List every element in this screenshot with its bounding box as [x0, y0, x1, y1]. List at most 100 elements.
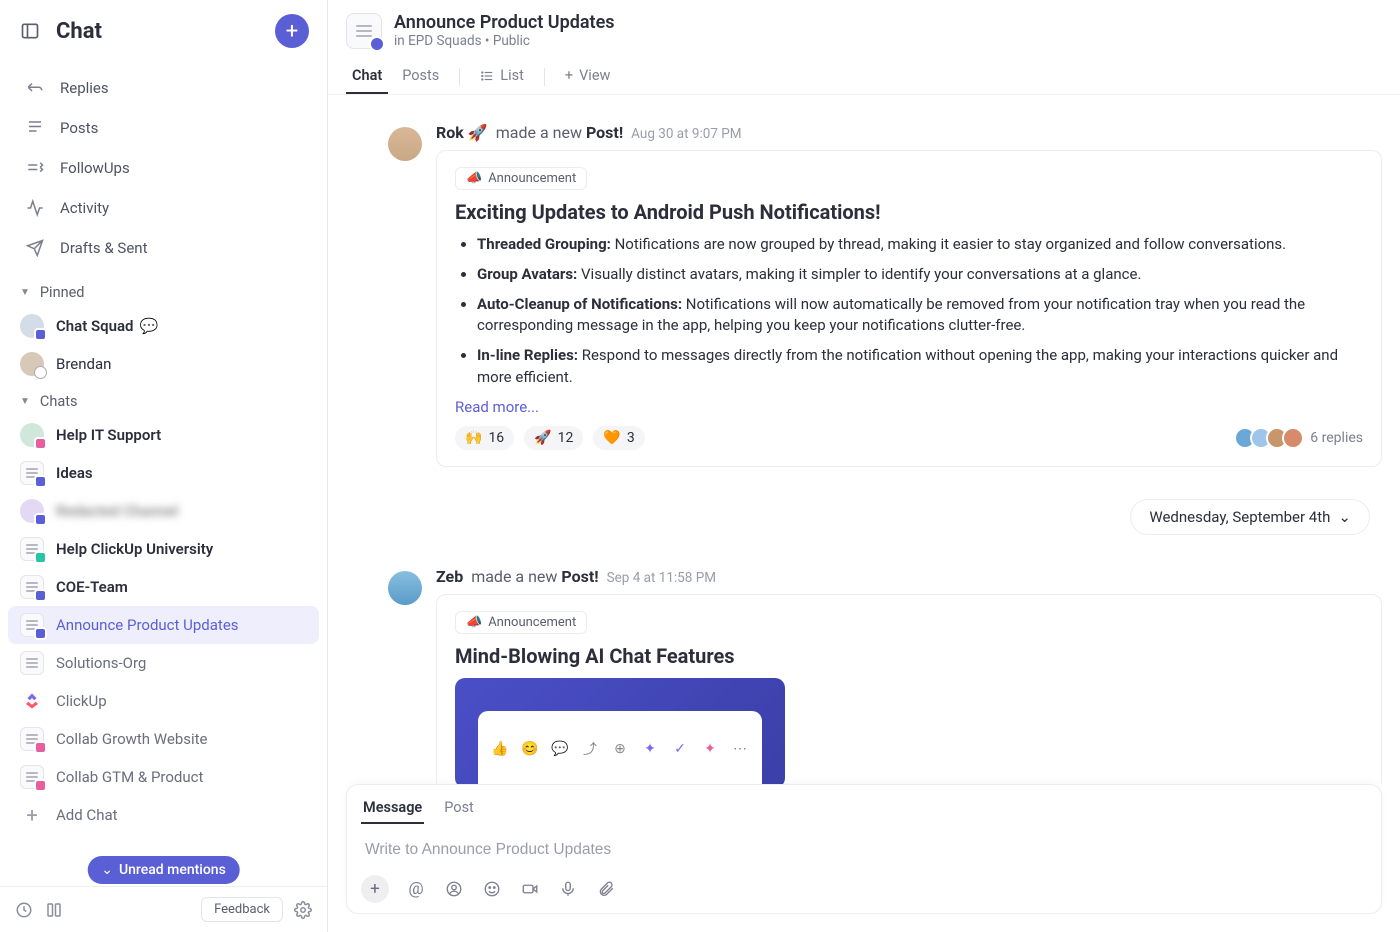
chat-announce-product-updates[interactable]: Announce Product Updates — [8, 606, 319, 644]
emoji-icon[interactable] — [481, 878, 503, 900]
chevron-down-icon: ⌄ — [1338, 508, 1351, 526]
chat-collab-gtm[interactable]: Collab GTM & Product — [8, 758, 319, 796]
new-chat-button[interactable]: + — [275, 14, 309, 48]
nav-posts[interactable]: Posts — [12, 108, 315, 148]
read-more-link[interactable]: Read more... — [455, 398, 539, 416]
post-author[interactable]: Rok 🚀 — [436, 123, 488, 142]
feedback-button[interactable]: Feedback — [201, 897, 283, 922]
tag-icon: ⊕ — [612, 741, 628, 757]
reaction-button[interactable]: 🙌16 — [455, 426, 514, 450]
caret-down-icon: ▼ — [20, 396, 30, 407]
avatar[interactable] — [388, 571, 422, 605]
chat-clickup[interactable]: ClickUp — [8, 682, 319, 720]
post-card[interactable]: 📣Announcement Exciting Updates to Androi… — [436, 150, 1382, 467]
share-icon: ⤴ — [582, 741, 598, 757]
announcement-badge: 📣Announcement — [455, 611, 587, 634]
chat-help-clickup-u[interactable]: Help ClickUp University — [8, 530, 319, 568]
avatar[interactable] — [388, 127, 422, 161]
post-media: 👍 😊 💬 ⤴ ⊕ ✦ ✓ ✦ ⋯ — [455, 678, 785, 785]
plus-icon: + — [565, 67, 573, 84]
channel-icon — [346, 13, 382, 49]
posts-icon — [24, 117, 46, 139]
post-action-text: made a new Post! — [496, 123, 623, 142]
add-chat-button[interactable]: + Add Chat — [8, 796, 319, 834]
chat-coe-team[interactable]: COE-Team — [8, 568, 319, 606]
megaphone-icon: 📣 — [466, 615, 482, 630]
channel-badge-icon — [34, 627, 47, 640]
reaction-button[interactable]: 🧡3 — [593, 426, 644, 450]
reaction-button[interactable]: 🚀12 — [524, 426, 583, 450]
unread-mentions-pill[interactable]: ⌄ Unread mentions — [87, 856, 240, 884]
nav-drafts-sent[interactable]: Drafts & Sent — [12, 228, 315, 268]
tab-posts[interactable]: Posts — [396, 59, 445, 94]
list-icon — [20, 575, 44, 599]
post-author[interactable]: Zeb — [436, 567, 463, 586]
nav-replies[interactable]: Replies — [12, 68, 315, 108]
list-icon — [20, 537, 44, 561]
avatar — [20, 499, 44, 523]
layout-icon[interactable] — [44, 900, 64, 920]
channel-badge-icon — [34, 328, 47, 341]
mention-icon[interactable]: @ — [405, 878, 427, 900]
replies-link[interactable]: 6 replies — [1234, 427, 1363, 449]
mention-group-icon[interactable] — [443, 878, 465, 900]
composer-input[interactable] — [361, 831, 1367, 869]
avatar — [20, 314, 44, 338]
channel-badge-icon — [34, 779, 47, 792]
post-card[interactable]: 📣Announcement Mind-Blowing AI Chat Featu… — [436, 594, 1382, 785]
ai-icon: ✦ — [702, 741, 718, 757]
sidebar: Chat + Replies Posts FollowUps — [0, 0, 328, 932]
nav-followups[interactable]: FollowUps — [12, 148, 315, 188]
chat-redacted[interactable]: Redacted Channel — [8, 492, 319, 530]
mic-icon[interactable] — [557, 878, 579, 900]
caret-down-icon: ▼ — [20, 287, 30, 298]
typing-icon: 💬 — [140, 317, 159, 335]
clickup-icon — [20, 689, 44, 713]
pinned-brendan[interactable]: Brendan — [8, 345, 319, 383]
avatar — [20, 352, 44, 376]
nav-activity[interactable]: Activity — [12, 188, 315, 228]
composer-tab-post[interactable]: Post — [442, 793, 476, 824]
channel-badge-icon — [369, 36, 385, 52]
chat-solutions-org[interactable]: Solutions-Org — [8, 644, 319, 682]
channel-badge-icon — [34, 437, 47, 450]
chats-section-header[interactable]: ▼ Chats — [0, 383, 327, 416]
emoji-icon: 😊 — [522, 741, 538, 757]
avatar — [20, 423, 44, 447]
channel-breadcrumb[interactable]: in EPD Squads • Public — [394, 33, 615, 49]
message-composer: Message Post + @ — [346, 784, 1382, 914]
post-item: Rok 🚀 made a new Post! Aug 30 at 9:07 PM… — [328, 113, 1400, 477]
composer-tab-message[interactable]: Message — [361, 793, 424, 824]
tab-chat[interactable]: Chat — [346, 59, 388, 94]
followups-icon — [24, 157, 46, 179]
date-divider[interactable]: Wednesday, September 4th ⌄ — [1130, 499, 1370, 535]
post-bullets: Threaded Grouping: Notifications are now… — [455, 234, 1363, 389]
post-title: Mind-Blowing AI Chat Features — [455, 644, 1363, 668]
sidebar-title: Chat — [56, 19, 275, 44]
list-icon — [20, 613, 44, 637]
chat-collab-growth[interactable]: Collab Growth Website — [8, 720, 319, 758]
list-icon — [20, 727, 44, 751]
tab-list[interactable]: List — [474, 59, 530, 94]
post-action-text: made a new Post! — [471, 567, 598, 586]
tab-add-view[interactable]: + View — [559, 59, 617, 94]
chevron-down-icon: ⌄ — [101, 862, 113, 878]
panel-toggle-icon[interactable] — [18, 19, 42, 43]
message-feed[interactable]: Rok 🚀 made a new Post! Aug 30 at 9:07 PM… — [328, 95, 1400, 784]
list-icon — [20, 461, 44, 485]
activity-icon — [24, 197, 46, 219]
composer-add-button[interactable]: + — [361, 875, 389, 903]
chat-help-it-support[interactable]: Help IT Support — [8, 416, 319, 454]
megaphone-icon: 📣 — [466, 171, 482, 186]
settings-icon[interactable] — [293, 900, 313, 920]
pinned-chat-squad[interactable]: Chat Squad 💬 — [8, 307, 319, 345]
attach-icon[interactable] — [595, 878, 617, 900]
send-icon — [24, 237, 46, 259]
chat-ideas[interactable]: Ideas — [8, 454, 319, 492]
pinned-section-header[interactable]: ▼ Pinned — [0, 274, 327, 307]
video-icon[interactable] — [519, 878, 541, 900]
channel-badge-icon — [34, 475, 47, 488]
channel-badge-icon — [34, 589, 47, 602]
clock-icon[interactable] — [14, 900, 34, 920]
channel-badge-icon — [34, 741, 47, 754]
